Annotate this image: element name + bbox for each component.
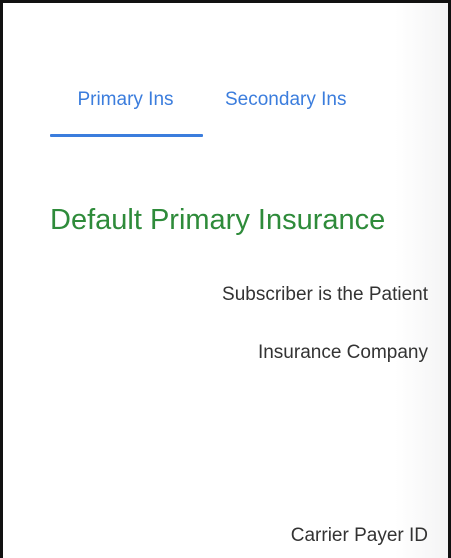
section-title: Default Primary Insurance <box>50 204 386 236</box>
carrier-payer-id-label: Carrier Payer ID <box>290 525 428 546</box>
subscriber-is-patient-label: Subscriber is the Patient <box>222 284 428 305</box>
tab-primary-ins[interactable]: Primary Ins <box>48 73 203 139</box>
tab-secondary-ins[interactable]: Secondary Ins <box>203 73 378 139</box>
insurance-company-label: Insurance Company <box>257 342 428 363</box>
insurance-panel: Primary Ins Secondary Ins Default Primar… <box>0 0 451 558</box>
insurance-tabs: Primary Ins Secondary Ins <box>48 73 378 139</box>
